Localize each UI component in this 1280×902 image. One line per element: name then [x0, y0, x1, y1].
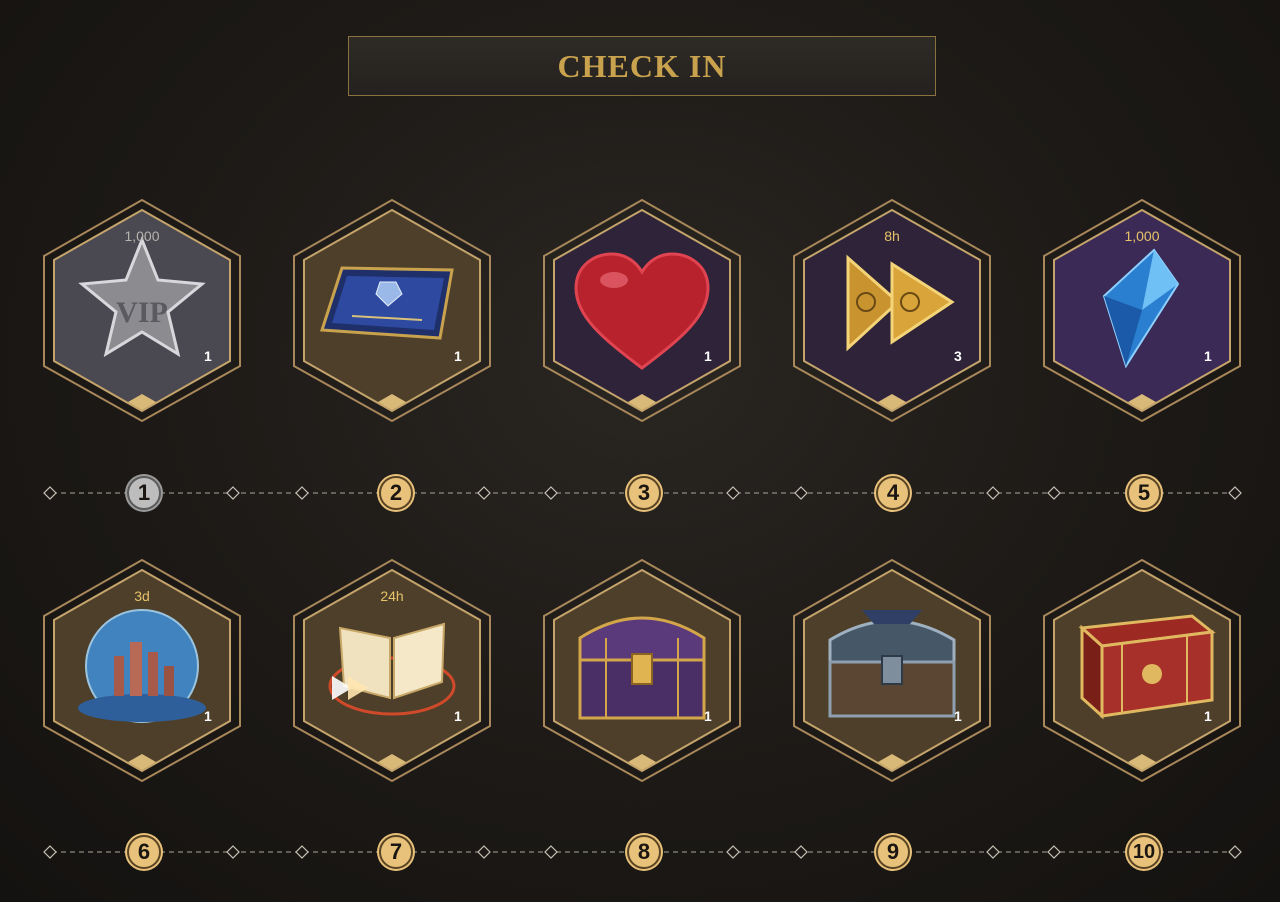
- svg-text:VIP: VIP: [116, 296, 168, 329]
- reward-card-day-7[interactable]: 24h 1: [292, 558, 492, 783]
- reward-quantity: 1: [704, 708, 712, 724]
- reward-card-day-6[interactable]: 3d 1: [42, 558, 242, 783]
- reward-quantity: 1: [704, 348, 712, 364]
- reward-card-day-4[interactable]: 8h 3: [792, 198, 992, 423]
- reward-card-day-1[interactable]: VIP 1,000 1: [42, 198, 242, 423]
- day-badge-5: 5: [1127, 476, 1161, 510]
- day-badge-9: 9: [876, 835, 910, 869]
- reward-top-label: 1,000: [1124, 228, 1160, 244]
- page-title: CHECK IN: [557, 47, 727, 84]
- reward-quantity: 1: [454, 708, 462, 724]
- reward-quantity: 1: [454, 348, 462, 364]
- day-badge-6: 6: [127, 835, 161, 869]
- reward-card-day-9[interactable]: 1: [792, 558, 992, 783]
- reward-card-day-5[interactable]: 1,000 1: [1042, 198, 1242, 423]
- reward-top-label: 8h: [884, 228, 900, 244]
- day-badge-7: 7: [379, 835, 413, 869]
- reward-quantity: 1: [1204, 348, 1212, 364]
- reward-top-label: 3d: [134, 588, 150, 604]
- reward-quantity: 3: [954, 348, 962, 364]
- reward-card-day-2[interactable]: 1: [292, 198, 492, 423]
- purple-chest-icon: [578, 616, 706, 720]
- day-badge-10: 10: [1127, 835, 1161, 869]
- day-badge-4: 4: [876, 476, 910, 510]
- day-badge-8: 8: [627, 835, 661, 869]
- reward-card-day-3[interactable]: 1: [542, 198, 742, 423]
- day-badge-2: 2: [379, 476, 413, 510]
- check-in-title-bar: CHECK IN: [348, 36, 936, 96]
- reward-quantity: 1: [204, 348, 212, 364]
- reward-quantity: 1: [204, 708, 212, 724]
- day-badge-1: 1: [127, 476, 161, 510]
- reward-card-day-8[interactable]: 1: [542, 558, 742, 783]
- reward-top-label: 24h: [380, 588, 404, 604]
- day-badge-3: 3: [627, 476, 661, 510]
- reward-quantity: 1: [954, 708, 962, 724]
- reward-card-day-10[interactable]: 1: [1042, 558, 1242, 783]
- reward-top-label: 1,000: [124, 228, 160, 244]
- red-gold-chest-icon: [1078, 614, 1216, 720]
- reward-quantity: 1: [1204, 708, 1212, 724]
- card-ticket-icon: [319, 266, 454, 340]
